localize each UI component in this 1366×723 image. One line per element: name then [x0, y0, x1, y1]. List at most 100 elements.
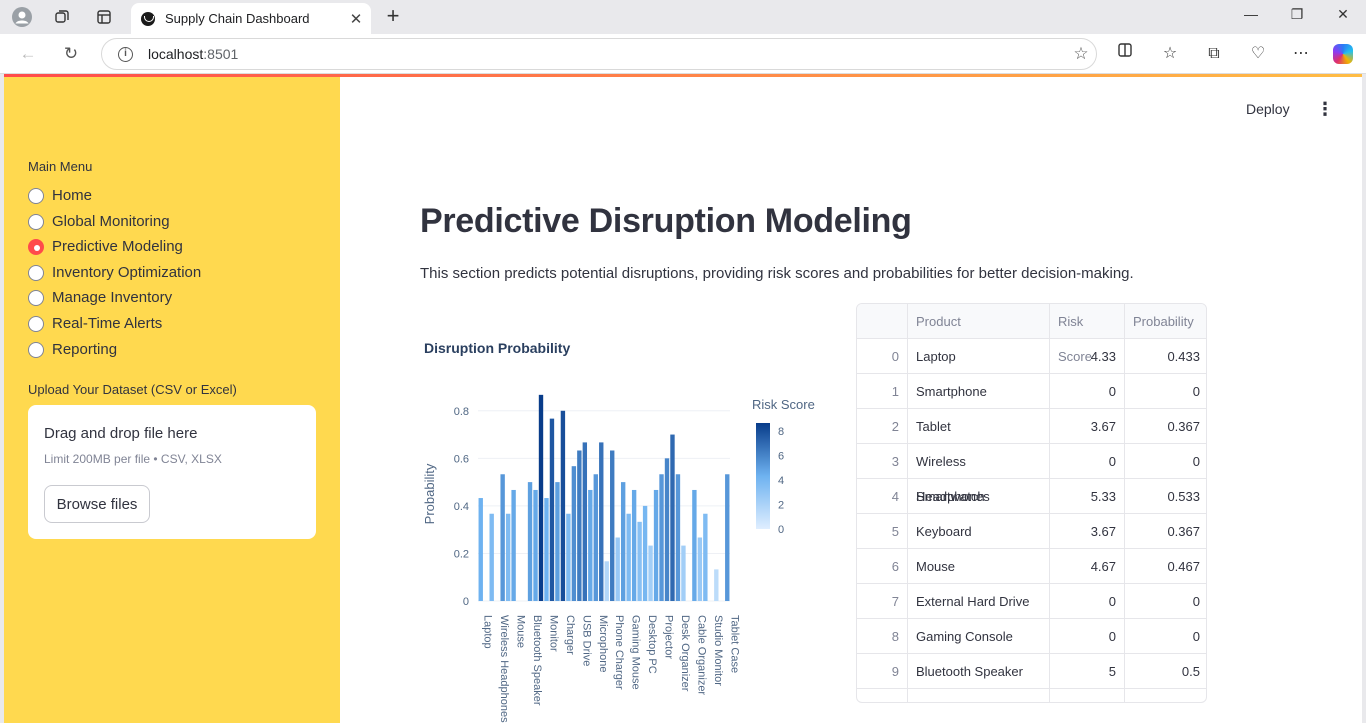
y-axis-label: Probability [422, 463, 437, 524]
upload-label: Upload Your Dataset (CSV or Excel) [28, 382, 237, 397]
bar [582, 442, 588, 601]
risk-score-cell[interactable]: 4.67 [1050, 549, 1125, 584]
radio-button[interactable] [28, 187, 44, 204]
favorites-icon[interactable]: ☆ [1157, 42, 1183, 66]
product-cell[interactable]: Laptop [908, 339, 1050, 374]
restore-icon[interactable]: ❐ [1285, 6, 1309, 28]
table-row: 0 Laptop 4.33 0.433 [857, 339, 1206, 374]
radio-button[interactable] [28, 289, 44, 306]
product-cell[interactable]: Keyboard [908, 514, 1050, 549]
colorbar [756, 423, 770, 529]
favorite-star-icon[interactable]: ☆ [1066, 44, 1096, 64]
product-cell[interactable]: Smartphone [908, 374, 1050, 409]
radio-button[interactable] [28, 341, 44, 358]
bar [566, 513, 571, 601]
probability-cell[interactable]: 0 [1125, 584, 1206, 619]
product-cell[interactable]: Bluetooth Speaker [908, 654, 1050, 689]
back-icon[interactable]: ← [15, 42, 41, 66]
row-index-cell[interactable]: 4 [857, 479, 908, 514]
profile-icon[interactable] [9, 5, 35, 29]
sidebar-item-manage-inventory[interactable]: Manage Inventory [28, 289, 172, 306]
product-cell[interactable]: Tablet [908, 409, 1050, 444]
risk-score-cell[interactable]: 0 [1050, 374, 1125, 409]
workspaces-icon[interactable] [49, 5, 75, 29]
risk-score-cell[interactable]: 3.67 [1050, 514, 1125, 549]
refresh-icon[interactable]: ↻ [58, 42, 84, 66]
radio-button[interactable] [28, 264, 44, 281]
radio-button-selected[interactable] [28, 238, 44, 255]
probability-cell[interactable]: 0 [1125, 619, 1206, 654]
url-port: :8501 [203, 46, 239, 62]
bar [538, 394, 544, 601]
risk-score-cell[interactable]: 4.33 [1050, 339, 1125, 374]
copilot-icon[interactable] [1333, 44, 1353, 64]
row-index-cell[interactable]: 8 [857, 619, 908, 654]
row-index-cell[interactable]: 6 [857, 549, 908, 584]
browse-files-button[interactable]: Browse files [44, 485, 150, 523]
sidebar-item-global-monitoring[interactable]: Global Monitoring [28, 213, 170, 230]
probability-cell[interactable]: 0.5 [1125, 654, 1206, 689]
sidebar-item-inventory-optimization[interactable]: Inventory Optimization [28, 264, 201, 281]
risk-score-cell[interactable]: 0 [1050, 584, 1125, 619]
row-index-cell[interactable]: 1 [857, 374, 908, 409]
radio-button[interactable] [28, 315, 44, 332]
risk-score-cell[interactable]: 5 [1050, 654, 1125, 689]
risk-score-cell[interactable]: 0 [1050, 444, 1125, 479]
browser-tab[interactable]: Supply Chain Dashboard ✕ [131, 3, 371, 34]
url-field[interactable]: i localhost:8501 ☆ [101, 38, 1097, 70]
product-cell[interactable]: External Hard Drive [908, 584, 1050, 619]
probability-cell[interactable]: 0.533 [1125, 479, 1206, 514]
probability-cell[interactable]: 0.367 [1125, 514, 1206, 549]
file-dropzone[interactable]: Drag and drop file here Limit 200MB per … [28, 405, 316, 539]
radio-button[interactable] [28, 213, 44, 230]
table-header-product[interactable]: Product [908, 304, 1050, 339]
y-tick-label: 0.2 [454, 548, 469, 560]
collections-icon[interactable]: ⧉ [1201, 42, 1227, 66]
product-cell[interactable]: Gaming Console [908, 619, 1050, 654]
site-info-icon[interactable]: i [118, 46, 133, 62]
product-cell[interactable]: Wireless Headphones [908, 444, 1050, 504]
row-index-cell[interactable]: 0 [857, 339, 908, 374]
x-tick-label: Mouse [515, 615, 527, 648]
table-header-probability[interactable]: Probability [1125, 304, 1206, 339]
row-index-cell[interactable]: 3 [857, 444, 908, 479]
table-row-partial [857, 689, 1206, 702]
risk-table[interactable]: Product Risk Score Probability 0 Laptop 4.… [856, 303, 1207, 703]
sidebar-item-predictive-modeling[interactable]: Predictive Modeling [28, 238, 183, 255]
probability-cell[interactable]: 0.367 [1125, 409, 1206, 444]
browser-essentials-icon[interactable]: ♡ [1245, 42, 1271, 66]
risk-score-cell[interactable]: 3.67 [1050, 409, 1125, 444]
split-screen-icon[interactable] [1112, 42, 1138, 66]
row-index-cell[interactable]: 2 [857, 409, 908, 444]
risk-score-cell[interactable]: 0 [1050, 619, 1125, 654]
x-tick-label: Desk Organizer [679, 615, 691, 692]
sidebar-item-reporting[interactable]: Reporting [28, 341, 117, 358]
sidebar-item-label: Home [52, 187, 93, 204]
table-header-index[interactable] [857, 304, 908, 339]
more-options-icon[interactable]: ⋯ [1288, 42, 1314, 66]
sidebar-item-home[interactable]: Home [28, 187, 92, 204]
probability-cell[interactable]: 0.467 [1125, 549, 1206, 584]
close-window-icon[interactable]: ✕ [1331, 6, 1355, 28]
probability-cell[interactable]: 0 [1125, 444, 1206, 479]
row-index-cell[interactable]: 7 [857, 584, 908, 619]
main-menu-kebab-icon[interactable]: ⋮ [1316, 99, 1334, 119]
sidebar-item-real-time-alerts[interactable]: Real-Time Alerts [28, 315, 162, 332]
probability-cell[interactable]: 0 [1125, 374, 1206, 409]
tab-actions-icon[interactable] [91, 5, 117, 29]
product-cell[interactable]: Mouse [908, 549, 1050, 584]
window-border-right [1362, 74, 1366, 723]
risk-score-cell[interactable]: 5.33 [1050, 479, 1125, 514]
new-tab-icon[interactable]: + [381, 5, 405, 29]
close-tab-icon[interactable]: ✕ [345, 10, 367, 28]
bar [664, 458, 670, 601]
row-index-cell[interactable]: 9 [857, 654, 908, 689]
bar [505, 513, 511, 601]
table-header-risk-score[interactable]: Risk Score [1050, 304, 1125, 364]
row-index-cell[interactable]: 5 [857, 514, 908, 549]
product-cell[interactable]: Smartwatch [908, 479, 1050, 514]
deploy-button[interactable]: Deploy [1246, 101, 1290, 117]
minimize-icon[interactable]: — [1239, 6, 1263, 28]
sidebar-item-label: Manage Inventory [52, 289, 173, 306]
probability-cell[interactable]: 0.433 [1125, 339, 1206, 374]
